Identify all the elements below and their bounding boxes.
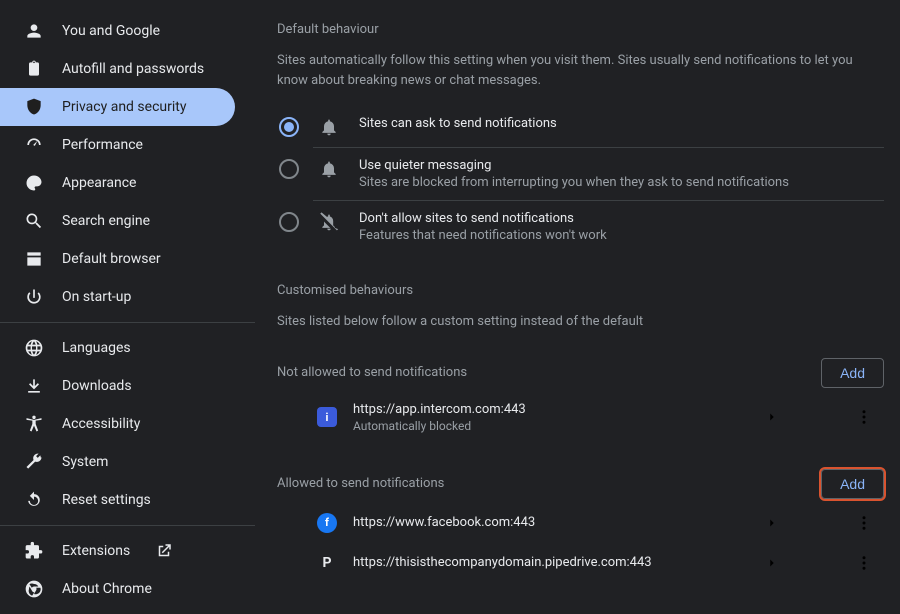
power-icon [24,287,44,307]
main-content: Default behaviour Sites automatically fo… [255,0,900,611]
sidebar-item-label: Languages [62,340,131,356]
radio-button[interactable] [279,212,299,232]
browser-icon [24,249,44,269]
sidebar-item-label: Extensions [62,543,130,559]
clipboard-icon [24,59,44,79]
sidebar-item-default-browser[interactable]: Default browser [0,240,235,278]
sidebar-item-label: Downloads [62,378,132,394]
notification-option[interactable]: Use quieter messaging Sites are blocked … [277,148,884,200]
extension-icon [24,541,44,561]
restore-icon [24,490,44,510]
not-allowed-title: Not allowed to send notifications [277,365,467,380]
site-url: https://thisisthecompanydomain.pipedrive… [353,555,744,570]
sidebar-item-label: Default browser [62,251,161,267]
section-desc-custom: Sites listed below follow a custom setti… [277,312,884,332]
site-row[interactable]: i https://app.intercom.com:443 Automatic… [277,392,884,443]
wrench-icon [24,452,44,472]
site-row[interactable]: P https://thisisthecompanydomain.pipedri… [277,543,884,583]
more-options-button[interactable] [848,554,880,572]
section-title-default: Default behaviour [277,22,884,37]
site-url: https://www.facebook.com:443 [353,515,744,530]
option-title: Use quieter messaging [359,158,884,173]
sidebar-item-extensions[interactable]: Extensions [0,532,235,570]
site-url: https://app.intercom.com:443 [353,402,744,417]
more-options-button[interactable] [848,514,880,532]
bell-off-icon [319,212,339,232]
globe-icon [24,338,44,358]
palette-icon [24,173,44,193]
site-row[interactable]: f https://www.facebook.com:443 [277,503,884,543]
bell-icon [319,159,339,179]
sidebar-item-label: About Chrome [62,581,152,597]
sidebar: You and Google Autofill and passwords Pr… [0,0,255,611]
radio-button[interactable] [279,159,299,179]
option-subtitle: Sites are blocked from interrupting you … [359,175,884,190]
sidebar-item-privacy-and-security[interactable]: Privacy and security [0,88,235,126]
shield-icon [24,97,44,117]
add-not-allowed-button[interactable]: Add [821,358,884,388]
sidebar-item-search-engine[interactable]: Search engine [0,202,235,240]
speed-icon [24,135,44,155]
open-in-new-icon [154,541,174,561]
sidebar-item-appearance[interactable]: Appearance [0,164,235,202]
option-title: Sites can ask to send notifications [359,116,884,131]
sidebar-item-reset-settings[interactable]: Reset settings [0,481,235,519]
sidebar-item-label: On start-up [62,289,131,305]
chevron-right-icon[interactable] [760,410,784,424]
sidebar-item-label: You and Google [62,23,160,39]
allowed-title: Allowed to send notifications [277,476,444,491]
sidebar-item-label: Appearance [62,175,136,191]
option-subtitle: Features that need notifications won't w… [359,228,884,243]
site-favicon: i [317,407,337,427]
sidebar-item-on-start-up[interactable]: On start-up [0,278,235,316]
chevron-right-icon[interactable] [760,516,784,530]
sidebar-item-downloads[interactable]: Downloads [0,367,235,405]
add-allowed-button[interactable]: Add [821,469,884,499]
sidebar-item-system[interactable]: System [0,443,235,481]
section-desc-default: Sites automatically follow this setting … [277,51,884,90]
site-favicon: f [317,513,337,533]
notification-option[interactable]: Sites can ask to send notifications [277,106,884,147]
radio-button[interactable] [279,117,299,137]
sidebar-item-label: Search engine [62,213,150,229]
sidebar-item-performance[interactable]: Performance [0,126,235,164]
sidebar-item-label: Privacy and security [62,99,186,115]
sidebar-item-label: Reset settings [62,492,151,508]
more-options-button[interactable] [848,408,880,426]
notification-option[interactable]: Don't allow sites to send notifications … [277,201,884,253]
option-title: Don't allow sites to send notifications [359,211,884,226]
sidebar-item-label: Accessibility [62,416,140,432]
sidebar-item-about-chrome[interactable]: About Chrome [0,570,235,608]
site-favicon: P [317,553,337,573]
sidebar-item-you-and-google[interactable]: You and Google [0,12,235,50]
sidebar-item-label: System [62,454,108,470]
person-icon [24,21,44,41]
sidebar-item-languages[interactable]: Languages [0,329,235,367]
sidebar-item-accessibility[interactable]: Accessibility [0,405,235,443]
bell-icon [319,117,339,137]
download-icon [24,376,44,396]
site-subtitle: Automatically blocked [353,419,744,433]
chrome-icon [24,579,44,599]
accessibility-icon [24,414,44,434]
section-title-custom: Customised behaviours [277,283,884,298]
chevron-right-icon[interactable] [760,556,784,570]
sidebar-item-label: Autofill and passwords [62,61,204,77]
sidebar-item-autofill-and-passwords[interactable]: Autofill and passwords [0,50,235,88]
search-icon [24,211,44,231]
sidebar-item-label: Performance [62,137,143,153]
